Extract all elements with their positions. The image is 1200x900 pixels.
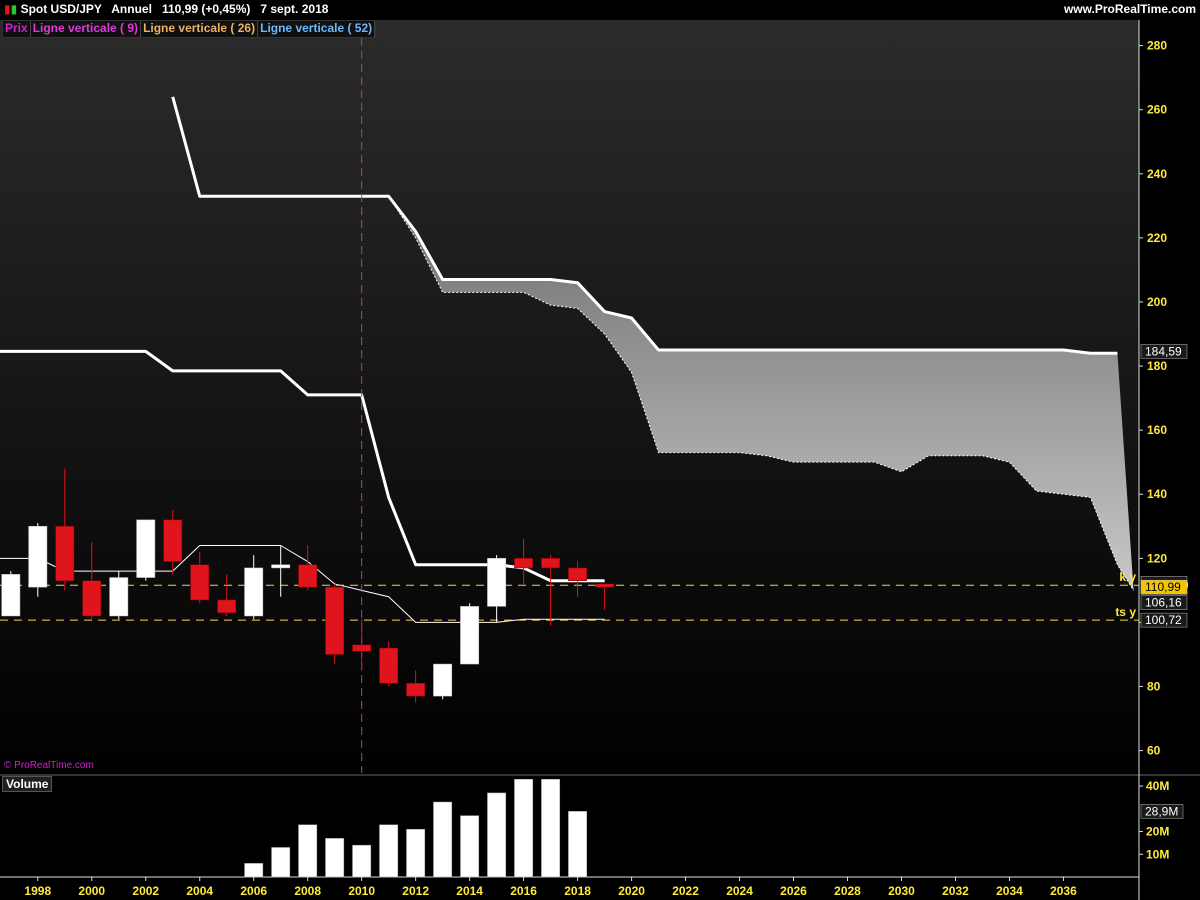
volume-tick-label: 40M	[1146, 779, 1169, 793]
candle-body	[541, 558, 561, 569]
candle-icon: ▮	[4, 2, 11, 16]
y-tick-label: 60	[1147, 744, 1161, 758]
price-label: 110,99	[1145, 580, 1181, 594]
x-tick-label: 2006	[240, 884, 267, 898]
candle-body	[406, 683, 426, 697]
volume-bar	[568, 811, 588, 878]
candle-body	[352, 644, 372, 652]
x-tick-label: 2000	[78, 884, 105, 898]
candle-body	[190, 564, 210, 601]
volume-last-label: 28,9M	[1145, 804, 1178, 818]
candle-body	[244, 567, 264, 617]
x-tick-label: 2008	[294, 884, 321, 898]
symbol-name: Spot USD/JPY	[20, 2, 102, 16]
candle-body	[379, 647, 399, 684]
volume-bar	[541, 779, 561, 878]
quote-label: 110,99 (+0,45%)	[161, 2, 251, 16]
x-tick-label: 2010	[348, 884, 375, 898]
x-tick-label: 2014	[456, 884, 483, 898]
y-tick-label: 280	[1147, 39, 1167, 53]
period-label: Annuel	[111, 2, 152, 16]
y-tick-label: 120	[1147, 551, 1167, 565]
instrument-header: ▮▮ Spot USD/JPY Annuel 110,99 (+0,45%) 7…	[4, 2, 329, 16]
candle-body	[298, 564, 318, 588]
candle-body	[487, 558, 507, 607]
volume-bar	[379, 824, 399, 878]
volume-bar	[325, 838, 345, 878]
chart-canvas: k yts y 60801001201401601802002202402602…	[0, 20, 1200, 900]
y-tick-label: 240	[1147, 167, 1167, 181]
price-label: 184,59	[1145, 344, 1182, 358]
price-label: 106,16	[1145, 596, 1182, 610]
candle-body	[82, 580, 102, 617]
volume-tick-label: 10M	[1146, 847, 1169, 861]
reference-line-tag: ts y	[1115, 605, 1136, 619]
x-tick-label: 2032	[942, 884, 969, 898]
x-tick-label: 2018	[564, 884, 591, 898]
x-tick-label: 2022	[672, 884, 699, 898]
volume-tick-label: 20M	[1146, 825, 1169, 839]
legend-item-prix[interactable]: Prix	[3, 21, 31, 37]
date-label: 7 sept. 2018	[260, 2, 329, 16]
price-label: 100,72	[1145, 613, 1182, 627]
y-tick-label: 140	[1147, 487, 1167, 501]
candle-body	[163, 519, 183, 562]
x-tick-label: 2004	[186, 884, 213, 898]
y-tick-label: 200	[1147, 295, 1167, 309]
volume-bar	[514, 779, 534, 878]
x-tick-label: 2024	[726, 884, 753, 898]
indicator-legend: Prix Ligne verticale ( 9) Ligne vertical…	[2, 20, 377, 38]
y-tick-label: 260	[1147, 103, 1167, 117]
x-tick-label: 2036	[1050, 884, 1077, 898]
candle-body	[1, 574, 21, 617]
candle-body	[568, 567, 588, 581]
candle-body	[271, 564, 291, 569]
volume-bar	[244, 863, 264, 878]
volume-label: Volume	[2, 776, 53, 792]
x-tick-label: 2034	[996, 884, 1023, 898]
watermark: © ProRealTime.com	[4, 760, 94, 771]
candle-body	[136, 519, 156, 578]
x-tick-label: 2026	[780, 884, 807, 898]
x-tick-label: 2020	[618, 884, 645, 898]
volume-bar	[460, 815, 480, 878]
volume-bar	[487, 792, 507, 878]
candle-body	[514, 558, 534, 569]
x-tick-label: 2028	[834, 884, 861, 898]
site-url[interactable]: www.ProRealTime.com	[1064, 2, 1196, 16]
legend-item-ligne-9[interactable]: Ligne verticale ( 9)	[31, 21, 142, 37]
candle-body	[325, 586, 345, 655]
volume-bar	[406, 829, 426, 878]
volume-bar	[433, 801, 453, 878]
candle-body	[28, 526, 48, 588]
reference-line-tag: k y	[1119, 570, 1136, 584]
y-tick-label: 220	[1147, 231, 1167, 245]
volume-bar	[298, 824, 318, 878]
y-tick-label: 80	[1147, 679, 1161, 693]
title-bar: ▮▮ Spot USD/JPY Annuel 110,99 (+0,45%) 7…	[0, 0, 1200, 20]
x-tick-label: 2002	[132, 884, 159, 898]
candle-body	[217, 599, 237, 614]
x-tick-label: 2030	[888, 884, 915, 898]
legend-item-ligne-52[interactable]: Ligne verticale ( 52)	[258, 21, 376, 37]
candle-body	[460, 606, 480, 665]
volume-bar	[352, 844, 372, 878]
x-tick-label: 1998	[24, 884, 51, 898]
x-tick-label: 2016	[510, 884, 537, 898]
y-tick-label: 180	[1147, 359, 1167, 373]
legend-item-ligne-26[interactable]: Ligne verticale ( 26)	[141, 21, 259, 37]
x-tick-label: 2012	[402, 884, 429, 898]
candle-body	[595, 583, 615, 588]
candle-body	[109, 577, 129, 617]
candle-body	[55, 526, 75, 581]
y-tick-label: 160	[1147, 423, 1167, 437]
candle-body	[433, 663, 453, 697]
volume-bar	[271, 847, 291, 878]
